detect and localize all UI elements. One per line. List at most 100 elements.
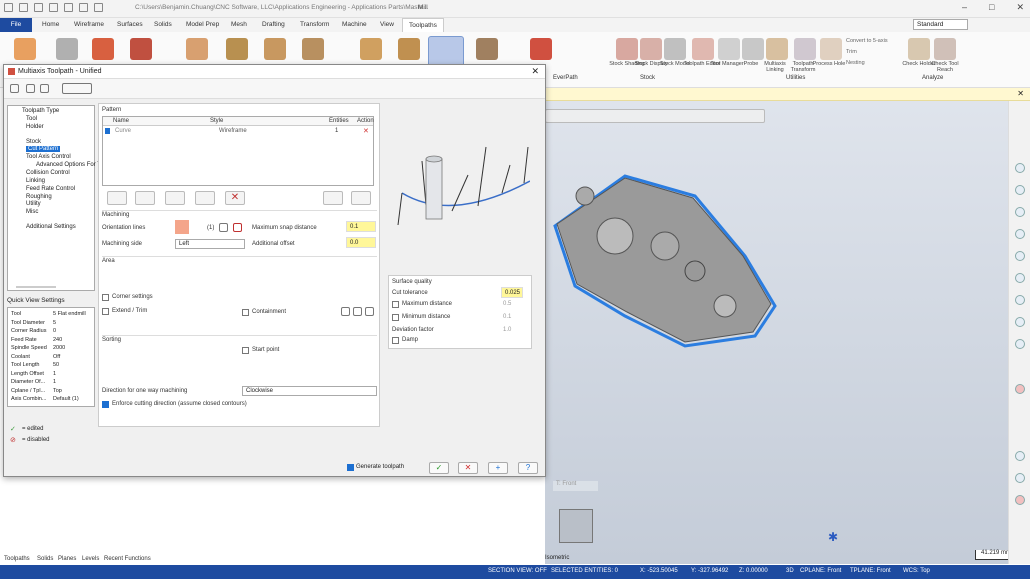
- sidebar-shade-icon[interactable]: [1015, 273, 1025, 283]
- enforce-direction-checkbox[interactable]: [102, 401, 109, 408]
- sidebar-zoom-icon[interactable]: [1015, 163, 1025, 173]
- pattern-row[interactable]: Curve Wireframe 1 ✕: [103, 127, 373, 136]
- tab-toolpaths-manager[interactable]: Toolpaths: [4, 556, 30, 562]
- max-distance-value[interactable]: 0.5: [503, 301, 511, 307]
- ribbon-toolpath-icon[interactable]: [14, 38, 36, 60]
- minimize-icon[interactable]: –: [962, 2, 967, 13]
- pattern-options-icon[interactable]: [351, 191, 371, 205]
- machining-side-select[interactable]: Left: [175, 239, 245, 249]
- save-icon[interactable]: [34, 3, 43, 12]
- ok-button[interactable]: ✓: [429, 462, 449, 474]
- tree-collision-control[interactable]: Collision Control: [26, 170, 70, 176]
- print-icon[interactable]: [64, 3, 73, 12]
- tree-advanced-options[interactable]: Advanced Options For T: [36, 162, 101, 168]
- pattern-select-icon[interactable]: [323, 191, 343, 205]
- min-distance-checkbox[interactable]: [392, 314, 399, 321]
- pin-icon[interactable]: [10, 84, 19, 93]
- tree-toolpath-type[interactable]: Toolpath Type: [22, 108, 59, 114]
- status-mode[interactable]: 3D: [786, 568, 794, 574]
- tree-utility[interactable]: Utility: [26, 201, 41, 207]
- tree-stock[interactable]: Stock: [26, 139, 41, 145]
- deviation-factor-value[interactable]: 1.0: [503, 327, 511, 333]
- tab-machine[interactable]: Machine: [336, 18, 373, 32]
- ribbon-surface-icon[interactable]: [186, 38, 208, 60]
- tab-surfaces[interactable]: Surfaces: [111, 18, 149, 32]
- tab-solids[interactable]: Solids: [148, 18, 178, 32]
- stock-model-icon[interactable]: [664, 38, 686, 60]
- cancel-button[interactable]: ✕: [458, 462, 478, 474]
- viewport-toolbar[interactable]: [545, 109, 765, 123]
- dialog-close-icon[interactable]: ✕: [531, 66, 539, 77]
- stock-shading-icon[interactable]: [616, 38, 638, 60]
- ribbon-dynamic-icon[interactable]: [92, 38, 114, 60]
- tab-solids-manager[interactable]: Solids: [37, 556, 53, 562]
- orientation-clear-icon[interactable]: [233, 223, 242, 232]
- max-snap-input[interactable]: 0.1: [346, 221, 376, 232]
- pattern-list-icon[interactable]: [165, 191, 185, 205]
- nesting-button[interactable]: Nesting: [846, 60, 865, 66]
- ribbon-project-icon[interactable]: [226, 38, 248, 60]
- open-file-icon[interactable]: [19, 3, 28, 12]
- direction-select[interactable]: Clockwise: [242, 386, 377, 396]
- tab-recent-functions[interactable]: Recent Functions: [104, 556, 151, 562]
- tab-home[interactable]: Home: [36, 18, 65, 32]
- close-icon[interactable]: ✕: [1016, 2, 1024, 13]
- sidebar-section-icon[interactable]: [1015, 317, 1025, 327]
- ribbon-parallel-icon[interactable]: [264, 38, 286, 60]
- tree-feed-rate-control[interactable]: Feed Rate Control: [26, 186, 75, 192]
- start-point-checkbox[interactable]: [242, 347, 249, 354]
- undo-icon[interactable]: [79, 3, 88, 12]
- damp-checkbox[interactable]: [392, 337, 399, 344]
- containment-chain-icon[interactable]: [341, 307, 350, 316]
- sidebar-grid-icon[interactable]: [1015, 451, 1025, 461]
- check-tool-reach-icon[interactable]: [934, 38, 956, 60]
- ribbon-rotary-icon[interactable]: [476, 38, 498, 60]
- process-hole-icon[interactable]: [820, 38, 842, 60]
- apply-button[interactable]: +: [488, 462, 508, 474]
- cut-tolerance-input[interactable]: 0.025: [501, 287, 523, 298]
- generate-toolpath-checkbox[interactable]: [347, 464, 354, 471]
- save-defaults-icon[interactable]: [26, 84, 35, 93]
- containment-clear-icon[interactable]: [365, 307, 374, 316]
- tree-cut-pattern[interactable]: Cut Pattern: [26, 146, 61, 152]
- extend-trim-checkbox[interactable]: [102, 308, 109, 315]
- tree-misc[interactable]: Misc: [26, 209, 38, 215]
- tab-mesh[interactable]: Mesh: [225, 18, 253, 32]
- pattern-curve-icon[interactable]: [135, 191, 155, 205]
- stock-display-icon[interactable]: [640, 38, 662, 60]
- status-cplane[interactable]: CPLANE: Front: [800, 568, 841, 574]
- multiaxis-linking-icon[interactable]: [766, 38, 788, 60]
- additional-offset-input[interactable]: 0.0: [346, 237, 376, 248]
- sidebar-fit-icon[interactable]: [1015, 229, 1025, 239]
- sidebar-snap-icon[interactable]: [1015, 473, 1025, 483]
- sidebar-level-icon[interactable]: [1015, 339, 1025, 349]
- orientation-color-swatch[interactable]: [175, 220, 189, 234]
- min-distance-value[interactable]: 0.1: [503, 314, 511, 320]
- new-file-icon[interactable]: [4, 3, 13, 12]
- pattern-row-delete-icon[interactable]: ✕: [363, 127, 369, 135]
- toolpath-editor-icon[interactable]: [692, 38, 714, 60]
- maximize-icon[interactable]: □: [989, 2, 994, 13]
- tab-drafting[interactable]: Drafting: [256, 18, 291, 32]
- check-holder-icon[interactable]: [908, 38, 930, 60]
- sidebar-view-icon[interactable]: [1015, 251, 1025, 261]
- ribbon-curve-icon[interactable]: [302, 38, 324, 60]
- tab-toolpaths[interactable]: Toolpaths: [402, 18, 444, 32]
- tree-additional-settings[interactable]: Additional Settings: [26, 224, 76, 230]
- save-as-icon[interactable]: [49, 3, 58, 12]
- probe-icon[interactable]: [742, 38, 764, 60]
- ribbon-swarf-milling-icon[interactable]: [398, 38, 420, 60]
- pattern-add-icon[interactable]: [107, 191, 127, 205]
- ribbon-everpath-icon[interactable]: [530, 38, 552, 60]
- status-wcs[interactable]: WCS: Top: [903, 568, 930, 574]
- settings-dropdown-icon[interactable]: [62, 83, 92, 94]
- tree-holder[interactable]: Holder: [26, 124, 44, 130]
- part-model[interactable]: [545, 136, 795, 356]
- containment-select-icon[interactable]: [353, 307, 362, 316]
- status-tplane[interactable]: TPLANE: Front: [850, 568, 891, 574]
- orientation-select-icon[interactable]: [219, 223, 228, 232]
- containment-checkbox[interactable]: [242, 309, 249, 316]
- status-section-view[interactable]: SECTION VIEW: OFF: [488, 568, 547, 574]
- pattern-remove-icon[interactable]: ✕: [225, 191, 245, 205]
- sidebar-help-icon[interactable]: [1015, 495, 1025, 505]
